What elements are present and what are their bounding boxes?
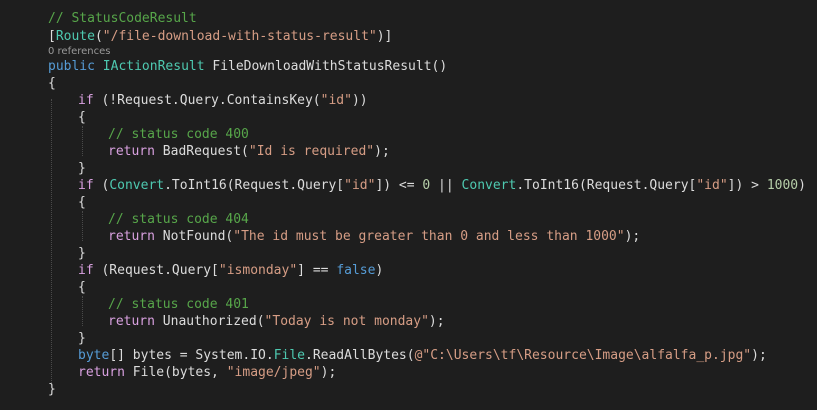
code-token: )] (376, 29, 393, 44)
code-token: FileDownloadWithStatusResult() (204, 59, 448, 74)
code-token: { (78, 195, 86, 210)
code-token: IActionResult (102, 59, 205, 74)
code-token: ( (93, 178, 110, 193)
indent-guide (51, 99, 52, 383)
code-token: .ToInt16(Request.Query[ (516, 178, 697, 193)
code-token: ); (320, 365, 337, 380)
code-token: 1000 (766, 178, 799, 193)
code-token: File(bytes, (124, 365, 227, 380)
code-token: NotFound( (154, 229, 234, 244)
code-token: @"C:\Users\tf\Resource\Image\alfalfa_p.j… (414, 348, 752, 363)
code-line[interactable]: return NotFound("The id must be greater … (108, 228, 640, 245)
code-token: [] bytes = System.IO. (109, 348, 274, 363)
code-token: [ (48, 29, 56, 44)
code-token: "id" (344, 178, 376, 193)
code-line[interactable]: return File(bytes, "image/jpeg"); (78, 364, 336, 381)
code-editor[interactable]: 0 references // StatusCodeResult [Route("… (0, 0, 817, 410)
codelens-references[interactable]: 0 references (48, 45, 111, 59)
code-line[interactable]: { (48, 75, 56, 92)
code-line[interactable]: { (78, 279, 86, 296)
indent-guide (82, 296, 83, 326)
code-line[interactable]: } (78, 330, 86, 347)
code-token: ] == (297, 263, 337, 278)
code-token: "The id must be greater than 0 and less … (233, 229, 625, 244)
code-token: ); (624, 229, 641, 244)
indent-guide (82, 211, 83, 241)
code-token: { (78, 110, 86, 125)
code-line[interactable]: { (78, 194, 86, 211)
code-line[interactable]: if (Request.Query["ismonday"] == false) (78, 262, 383, 279)
code-token: (Request.Query[ (93, 263, 219, 278)
code-token: // status code 400 (108, 127, 249, 142)
code-token: "Today is not monday" (264, 314, 429, 329)
code-line[interactable]: // StatusCodeResult (48, 10, 197, 27)
code-token: ( (94, 29, 103, 44)
code-token: || (430, 178, 462, 193)
code-token: "/file-download-with-status-result" (102, 29, 377, 44)
indent-guide (82, 126, 83, 156)
code-line[interactable]: return BadRequest("Id is required"); (108, 143, 390, 160)
code-line[interactable]: // status code 401 (108, 296, 249, 313)
code-token: } (78, 161, 86, 176)
code-token: public (48, 59, 95, 74)
code-token: ) (798, 178, 806, 193)
code-token: ) (375, 263, 384, 278)
code-token: return (108, 144, 155, 159)
code-line[interactable]: // status code 400 (108, 126, 249, 143)
code-token: Convert (109, 178, 165, 193)
code-token: "id" (696, 178, 728, 193)
code-line[interactable]: byte[] bytes = System.IO.File.ReadAllByt… (78, 347, 767, 364)
code-line[interactable]: // status code 404 (108, 211, 249, 228)
code-line[interactable]: { (78, 109, 86, 126)
code-token: .ToInt16(Request.Query[ (164, 178, 345, 193)
code-token: Unauthorized( (154, 314, 265, 329)
code-line[interactable]: } (78, 160, 86, 177)
code-token: // StatusCodeResult (48, 11, 197, 26)
code-token: byte (78, 348, 110, 363)
code-line[interactable]: } (48, 381, 56, 398)
code-token: } (78, 331, 86, 346)
code-token: { (48, 76, 56, 91)
code-token: false (336, 263, 376, 278)
code-token: Route (55, 29, 95, 44)
code-line[interactable]: if (!Request.Query.ContainsKey("id")) (78, 92, 368, 109)
code-line[interactable]: [Route("/file-download-with-status-resul… (48, 28, 392, 45)
code-token: )) (351, 93, 368, 108)
code-token: "image/jpeg" (226, 365, 321, 380)
code-token: return (108, 314, 155, 329)
code-token: "id" (320, 93, 352, 108)
code-token: BadRequest( (154, 144, 249, 159)
code-token: } (48, 382, 56, 397)
code-token: (!Request.Query.ContainsKey( (93, 93, 321, 108)
code-token: if (78, 178, 94, 193)
code-line[interactable]: if (Convert.ToInt16(Request.Query["id"])… (78, 177, 806, 194)
code-token: if (78, 93, 94, 108)
code-token: File (273, 348, 305, 363)
code-token: Convert (461, 178, 517, 193)
code-token: ); (428, 314, 445, 329)
code-token: ]) <= (375, 178, 423, 193)
code-token: ); (374, 144, 390, 159)
code-line[interactable]: public IActionResult FileDownloadWithSta… (48, 58, 447, 75)
code-token: { (78, 280, 86, 295)
code-token: if (78, 263, 94, 278)
code-token: return (108, 229, 155, 244)
code-token: // status code 404 (108, 212, 249, 227)
code-line[interactable]: return Unauthorized("Today is not monday… (108, 313, 445, 330)
code-token: "Id is required" (248, 144, 375, 159)
code-token: return (78, 365, 125, 380)
code-token: // status code 401 (108, 297, 249, 312)
code-token: .ReadAllBytes( (305, 348, 415, 363)
code-token: ); (751, 348, 767, 363)
code-token: "ismonday" (218, 263, 298, 278)
code-token: } (78, 246, 86, 261)
code-line[interactable]: } (78, 245, 86, 262)
code-token: ]) > (727, 178, 767, 193)
